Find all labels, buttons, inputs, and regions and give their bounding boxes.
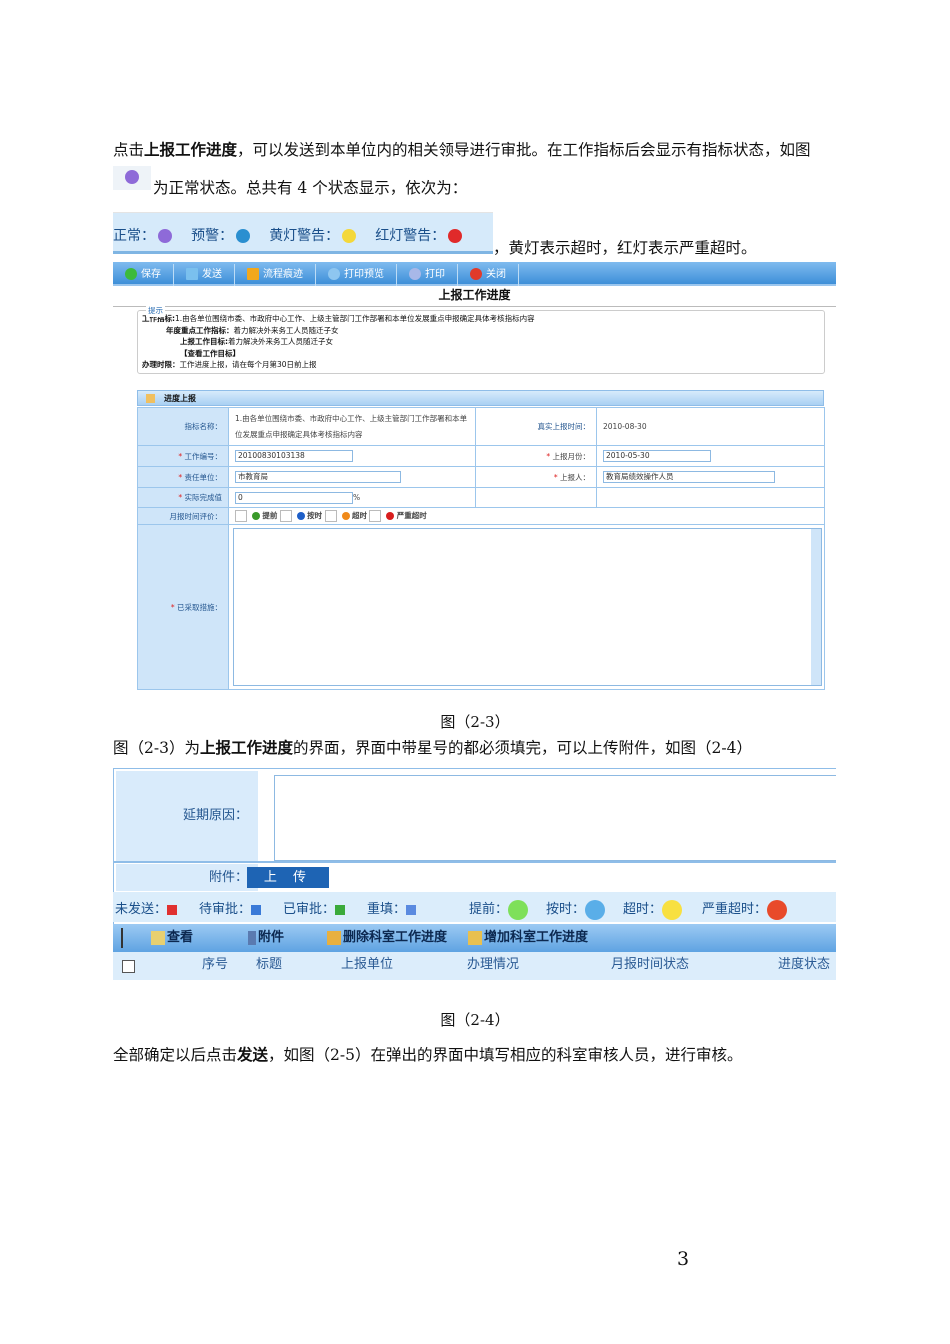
delete-progress-button[interactable]: 删除科室工作进度: [327, 924, 447, 952]
printer-icon: [409, 268, 421, 280]
select-all-checkbox[interactable]: [122, 960, 135, 973]
green-light-icon: [508, 899, 529, 920]
blue-light-icon: [585, 899, 606, 920]
section-header: 进度上报: [137, 390, 824, 406]
status-legend-strip: 正常： 预警： 黄灯警告： 红灯警告：: [113, 212, 493, 254]
status-yellow: 黄灯警告：: [269, 228, 357, 244]
eval-severe[interactable]: 严重超时: [369, 510, 427, 522]
paragraph-2: 图（2-3）为上报工作进度的界面，界面中带星号的都必须填完，可以上传附件，如图（…: [113, 739, 752, 757]
status-warning: 预警：: [191, 228, 251, 244]
view-button[interactable]: 查看: [151, 924, 193, 952]
flow-trace-button[interactable]: 流程痕迹: [235, 264, 316, 286]
close-button[interactable]: 关闭: [458, 264, 519, 286]
magnifier-icon: [328, 268, 340, 280]
work-number-input[interactable]: 20100830103138: [235, 450, 353, 462]
print-button[interactable]: 打印: [397, 264, 458, 286]
status-icon-legend: 未发送： 待审批： 已审批： 重填： 提前： 按时： 超时： 严重超时：: [113, 892, 836, 922]
attachment-label: 附件：: [116, 864, 258, 891]
reporter-input[interactable]: 教育局绩效操作人员: [603, 471, 775, 483]
normal-status-gear-icon: [113, 166, 151, 190]
time-eval-options: 提前 按时 超时 严重超时: [228, 507, 825, 525]
paperclip-icon: [248, 930, 256, 945]
pending-icon: [251, 904, 262, 915]
add-progress-button[interactable]: 增加科室工作进度: [468, 924, 588, 952]
page-number: 3: [677, 1248, 690, 1270]
rss-icon: [236, 229, 251, 243]
approved-icon: [335, 904, 346, 915]
yellow-bulb-icon: [342, 229, 357, 243]
hint-box: 提示 工作指标:1.由各单位围绕市委、市政府中心工作、上级主管部门工作部署和本单…: [137, 305, 825, 374]
view-target-link[interactable]: 【查看工作目标】: [142, 348, 820, 360]
paragraph-1: 点击上报工作进度，可以发送到本单位内的相关领导进行审批。在工作指标后会显示有指标…: [113, 141, 811, 159]
send-button[interactable]: 发送: [174, 264, 235, 286]
unsent-icon: [167, 904, 178, 915]
eval-ontime[interactable]: 按时: [279, 510, 322, 522]
form-title: 上报工作进度: [438, 288, 511, 302]
yellow-light-icon: [662, 899, 683, 920]
form-toolbar: 保存 发送 流程痕迹 打印预览 打印 关闭: [113, 262, 836, 286]
unit-input[interactable]: 市教育局: [235, 471, 401, 483]
folder-add-icon: [468, 930, 482, 945]
eval-early[interactable]: 提前: [235, 510, 277, 522]
delay-reason-textarea[interactable]: [274, 775, 836, 861]
document-page: 点击上报工作进度，可以发送到本单位内的相关领导进行审批。在工作指标后会显示有指标…: [0, 0, 950, 1344]
notepad-icon: [146, 394, 155, 403]
status-normal: 正常：: [113, 228, 172, 244]
progress-form: 指标名称： 1.由各单位围绕市委、市政府中心工作、上级主管部门工作部署和本单位发展…: [137, 407, 825, 690]
print-preview-button[interactable]: 打印预览: [316, 264, 397, 286]
save-button[interactable]: 保存: [113, 264, 174, 286]
refill-icon: [406, 904, 417, 915]
actual-value-input[interactable]: 0: [235, 491, 353, 504]
gear-icon: [158, 229, 172, 243]
send-icon: [186, 268, 198, 280]
paragraph-1-line2: 为正常状态。总共有 4 个状态显示，依次为：: [153, 179, 468, 197]
red-light-icon: [767, 899, 788, 920]
report-month-input[interactable]: 2010-05-30: [603, 450, 711, 462]
folder-up-icon: [327, 930, 341, 945]
status-tail-text: ，黄灯表示超时，红灯表示严重超时。: [493, 239, 757, 257]
bar-chart-icon: [247, 268, 259, 280]
eval-overtime[interactable]: 超时: [324, 510, 367, 522]
status-red: 红灯警告：: [375, 228, 463, 244]
attachment-button[interactable]: 附件: [248, 924, 284, 952]
list-toolbar: 查看 附件 删除科室工作进度 增加科室工作进度: [113, 924, 836, 952]
hint-legend: 提示: [146, 305, 165, 317]
view-icon: [151, 930, 165, 945]
upload-button[interactable]: 上 传: [247, 867, 329, 888]
red-bulb-icon: [448, 229, 463, 243]
paragraph-3: 全部确定以后点击发送，如图（2-5）在弹出的界面中填写相应的科室审核人员，进行审…: [113, 1046, 743, 1064]
list-header: 序号 标题 上报单位 办理情况 月报时间状态 进度状态: [113, 952, 836, 980]
check-icon: [125, 268, 137, 280]
figure-caption-2-3: 图（2-3）: [440, 713, 510, 731]
delay-reason-label: 延期原因：: [116, 771, 258, 861]
figure-caption-2-4: 图（2-4）: [440, 1011, 510, 1029]
scrollbar[interactable]: [811, 529, 821, 685]
close-icon: [470, 268, 482, 280]
measures-textarea[interactable]: [233, 528, 822, 686]
